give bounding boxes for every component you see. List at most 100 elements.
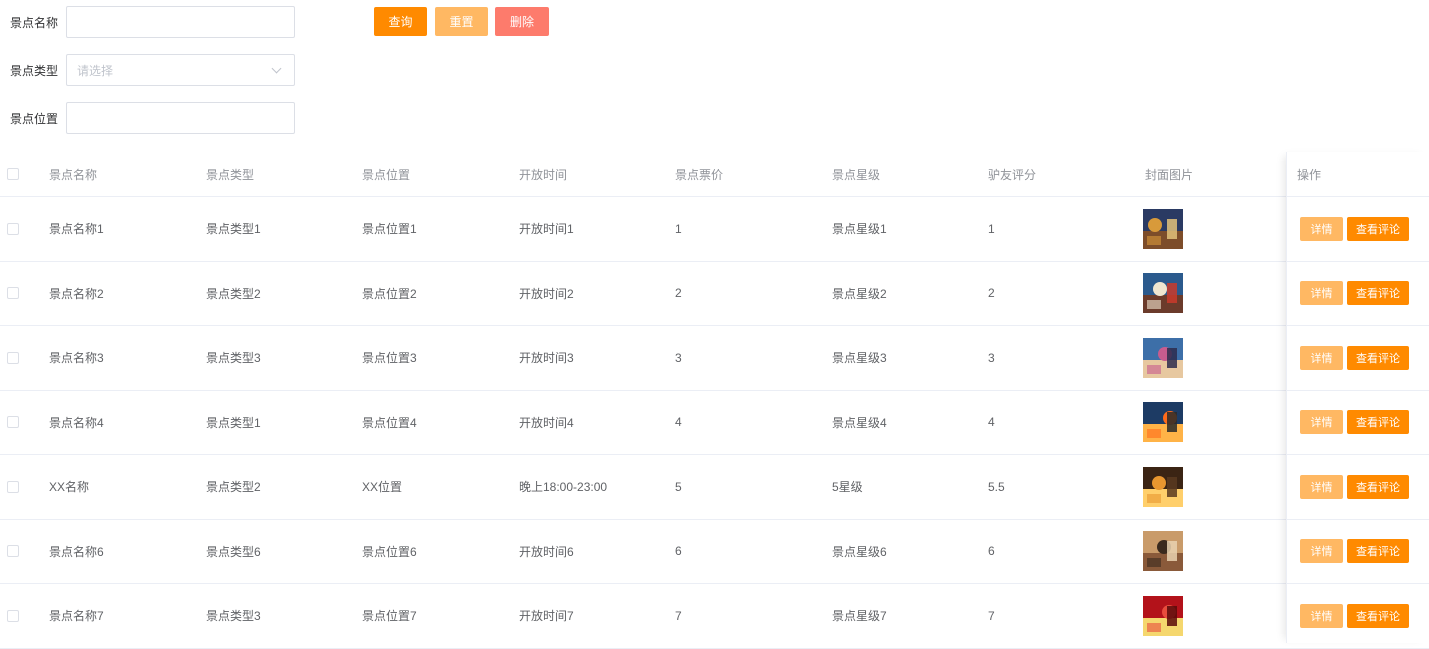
header-rating[interactable]: 驴友评分 [988,152,1036,196]
operations-row: 详情 查看评论 [1287,584,1429,649]
detail-button[interactable]: 详情 [1300,410,1343,435]
cell-rating: 6 [988,544,995,559]
cell-type: 景点类型3 [206,351,261,366]
row-select-cell [7,520,19,584]
attractions-table: 景点名称 景点类型 景点位置 开放时间 景点票价 景点星级 驴友评分 封面图片 … [0,152,1429,649]
cell-cover-image [1143,262,1183,326]
cell-cover-image [1143,584,1183,648]
operations-header-cell: 操作 [1287,152,1429,197]
operations-cell: 详情 查看评论 [1287,262,1409,326]
search-type-placeholder: 请选择 [77,63,114,78]
costumed-people-photo [1143,337,1183,378]
delete-button[interactable]: 删除 [495,7,549,36]
market-street-photo [1143,466,1183,507]
header-open-time[interactable]: 开放时间 [519,152,567,196]
search-location-input[interactable] [66,102,295,134]
cell-open-time: 开放时间1 [519,222,574,237]
operations-cell: 详情 查看评论 [1287,391,1409,455]
night-market-photo [1143,208,1183,249]
search-type-select[interactable]: 请选择 [66,54,295,86]
table-row: 景点名称3 景点类型3 景点位置3 开放时间3 3 景点星级3 3 [0,326,1429,391]
cell-rating: 5.5 [988,479,1005,494]
cell-star: 景点星级7 [832,609,887,624]
select-all-cell [7,152,19,196]
operations-cell: 详情 查看评论 [1287,326,1409,390]
row-checkbox[interactable] [7,287,19,300]
row-checkbox[interactable] [7,416,19,429]
search-location-label: 景点位置 [9,111,58,126]
detail-button[interactable]: 详情 [1300,345,1343,370]
detail-button[interactable]: 详情 [1300,603,1343,628]
cell-rating: 1 [988,221,995,236]
row-checkbox[interactable] [7,351,19,364]
drum-performance-photo [1143,531,1183,572]
cell-star: 景点星级6 [832,544,887,559]
table-header: 景点名称 景点类型 景点位置 开放时间 景点票价 景点星级 驴友评分 封面图片 [0,152,1429,197]
cell-star: 5星级 [832,480,863,495]
reset-button[interactable]: 重置 [435,7,488,36]
table-row: 景点名称7 景点类型3 景点位置7 开放时间7 7 景点星级7 7 [0,584,1429,649]
header-type[interactable]: 景点类型 [206,152,254,196]
operations-cell: 详情 查看评论 [1287,584,1409,648]
detail-button[interactable]: 详情 [1300,281,1343,306]
view-comments-button[interactable]: 查看评论 [1347,603,1409,628]
cell-price: 3 [675,350,682,365]
cell-cover-image [1143,197,1183,261]
view-comments-button[interactable]: 查看评论 [1347,410,1409,435]
row-select-cell [7,197,19,261]
cell-location: XX位置 [362,480,403,495]
operations-row: 详情 查看评论 [1287,262,1429,326]
fire-breather-photo [1143,402,1183,443]
row-checkbox[interactable] [7,222,19,235]
operations-row: 详情 查看评论 [1287,455,1429,520]
cell-price: 6 [675,544,682,559]
view-comments-button[interactable]: 查看评论 [1347,216,1409,241]
view-comments-button[interactable]: 查看评论 [1347,345,1409,370]
header-price[interactable]: 景点票价 [675,152,723,196]
row-checkbox[interactable] [7,480,19,493]
header-star[interactable]: 景点星级 [832,152,880,196]
table-body: 景点名称1 景点类型1 景点位置1 开放时间1 1 景点星级1 1 景点名称2 景点类型2 景点… [0,197,1429,649]
cell-cover-image [1143,326,1183,390]
table-row: 景点名称2 景点类型2 景点位置2 开放时间2 2 景点星级2 2 [0,262,1429,326]
view-comments-button[interactable]: 查看评论 [1347,474,1409,499]
row-select-cell [7,391,19,455]
view-comments-button[interactable]: 查看评论 [1347,539,1409,564]
header-cover[interactable]: 封面图片 [1145,152,1193,196]
operations-cell: 详情 查看评论 [1287,197,1409,261]
cell-rating: 4 [988,415,995,430]
cell-name: 景点名称1 [49,222,104,237]
table-row: 景点名称6 景点类型6 景点位置6 开放时间6 6 景点星级6 6 [0,520,1429,584]
select-all-checkbox[interactable] [7,168,19,180]
search-type-label: 景点类型 [9,63,58,78]
row-select-cell [7,584,19,648]
cell-open-time: 开放时间3 [519,351,574,366]
cell-cover-image [1143,520,1183,584]
view-comments-button[interactable]: 查看评论 [1347,281,1409,306]
cell-type: 景点类型1 [206,415,261,430]
cell-rating: 7 [988,608,995,623]
cell-open-time: 开放时间2 [519,286,574,301]
cell-location: 景点位置7 [362,609,417,624]
detail-button[interactable]: 详情 [1300,474,1343,499]
query-button[interactable]: 查询 [374,7,427,36]
row-checkbox[interactable] [7,609,19,622]
header-name[interactable]: 景点名称 [49,152,97,196]
detail-button[interactable]: 详情 [1300,216,1343,241]
header-location[interactable]: 景点位置 [362,152,410,196]
row-select-cell [7,455,19,519]
row-checkbox[interactable] [7,545,19,558]
cell-name: 景点名称6 [49,544,104,559]
red-stage-photo [1143,595,1183,636]
cell-type: 景点类型1 [206,222,261,237]
header-operations: 操作 [1297,167,1322,182]
cell-name: 景点名称3 [49,351,104,366]
cell-star: 景点星级2 [832,286,887,301]
cell-open-time: 开放时间4 [519,415,574,430]
cell-location: 景点位置2 [362,286,417,301]
cell-open-time: 晚上18:00-23:00 [519,480,608,495]
detail-button[interactable]: 详情 [1300,539,1343,564]
cell-location: 景点位置4 [362,415,417,430]
search-name-input[interactable] [66,6,295,38]
cell-price: 7 [675,608,682,623]
